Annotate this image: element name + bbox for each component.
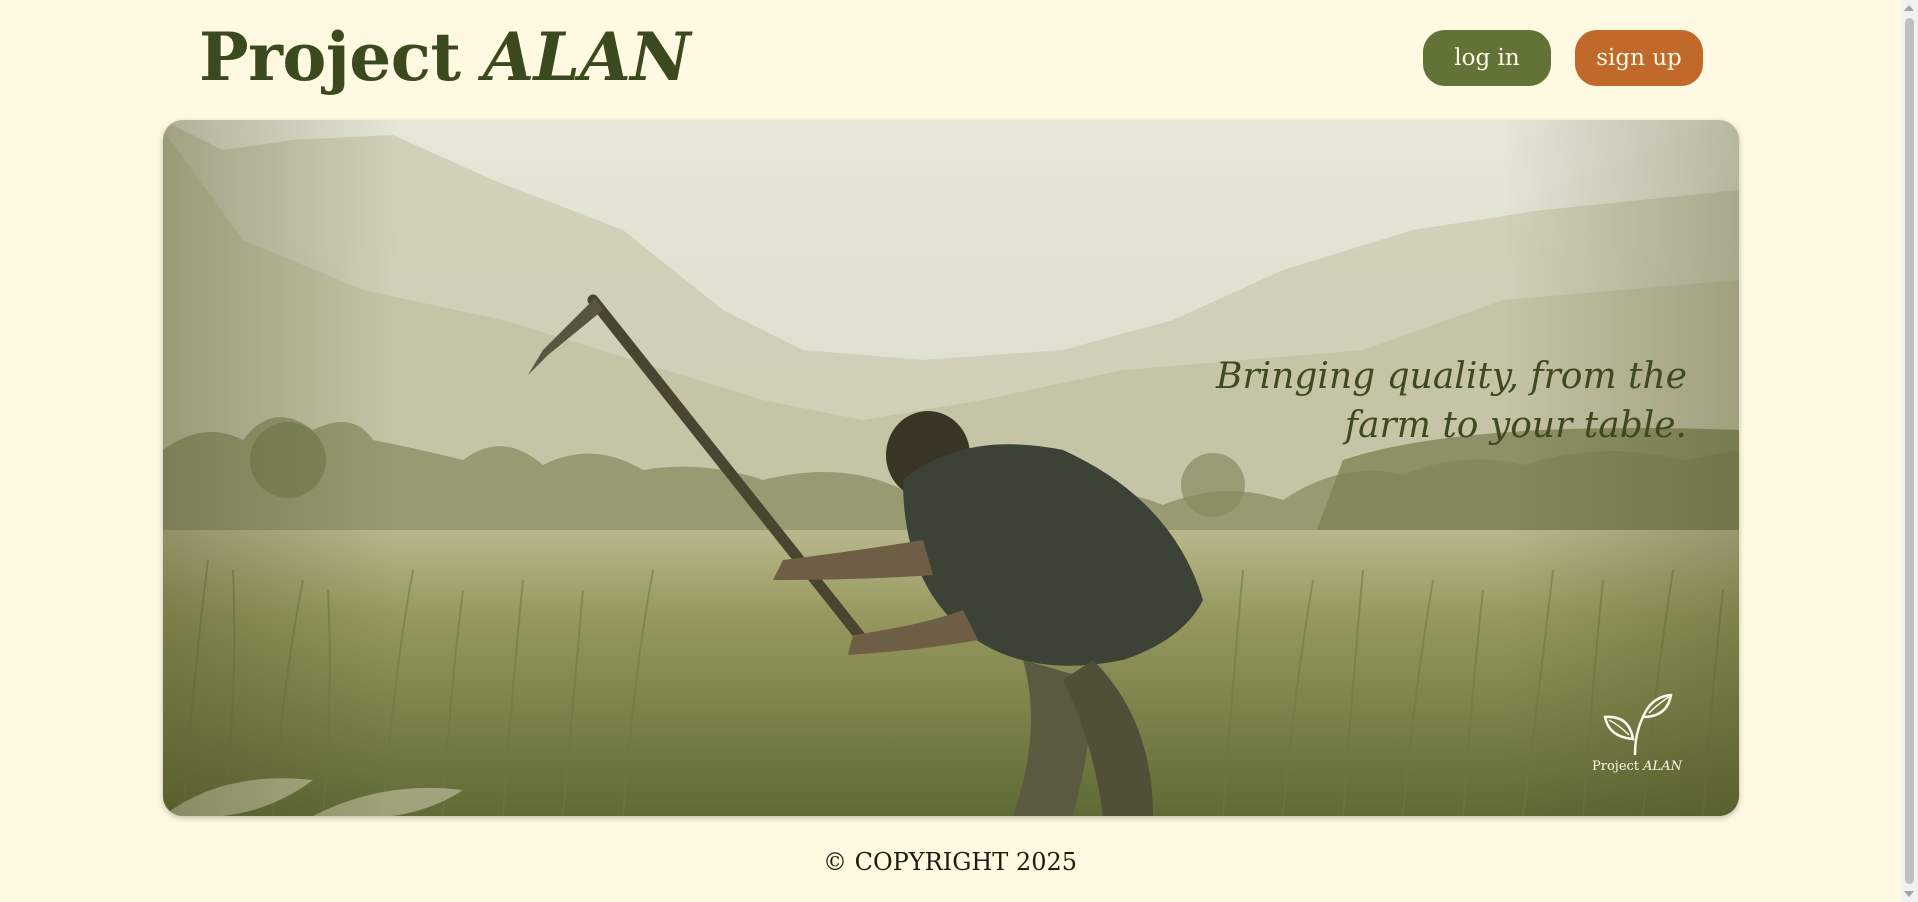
brand-name-emphasis: ALAN: [482, 18, 691, 96]
hero-banner: Bringing quality, from the farm to your …: [163, 120, 1739, 816]
farmer-photo: [163, 120, 1739, 816]
copyright-footer: © COPYRIGHT 2025: [822, 848, 1078, 876]
sprout-icon: [1603, 693, 1673, 756]
page: Project ALAN log in sign up Bringing qua…: [0, 0, 1918, 902]
signup-button[interactable]: sign up: [1575, 30, 1703, 86]
tagline-line-2: farm to your table.: [1344, 405, 1687, 446]
login-button[interactable]: log in: [1423, 30, 1551, 86]
vertical-scrollbar[interactable]: [1901, 0, 1918, 902]
brand-name: Project: [199, 18, 483, 96]
hero-logo-name: Project: [1592, 759, 1644, 774]
hero-tagline: Bringing quality, from the farm to your …: [1167, 352, 1687, 450]
hero-logo-emphasis: ALAN: [1643, 759, 1682, 774]
tagline-line-1: Bringing quality, from the: [1216, 356, 1687, 397]
brand-logo[interactable]: Project ALAN: [199, 18, 691, 96]
hero-logo: Project ALAN: [1589, 693, 1685, 774]
scroll-up-arrow-icon[interactable]: [1904, 5, 1914, 11]
scrollbar-thumb[interactable]: [1905, 18, 1914, 884]
scroll-down-arrow-icon[interactable]: [1904, 891, 1914, 897]
hero-logo-label: Project ALAN: [1589, 759, 1685, 774]
